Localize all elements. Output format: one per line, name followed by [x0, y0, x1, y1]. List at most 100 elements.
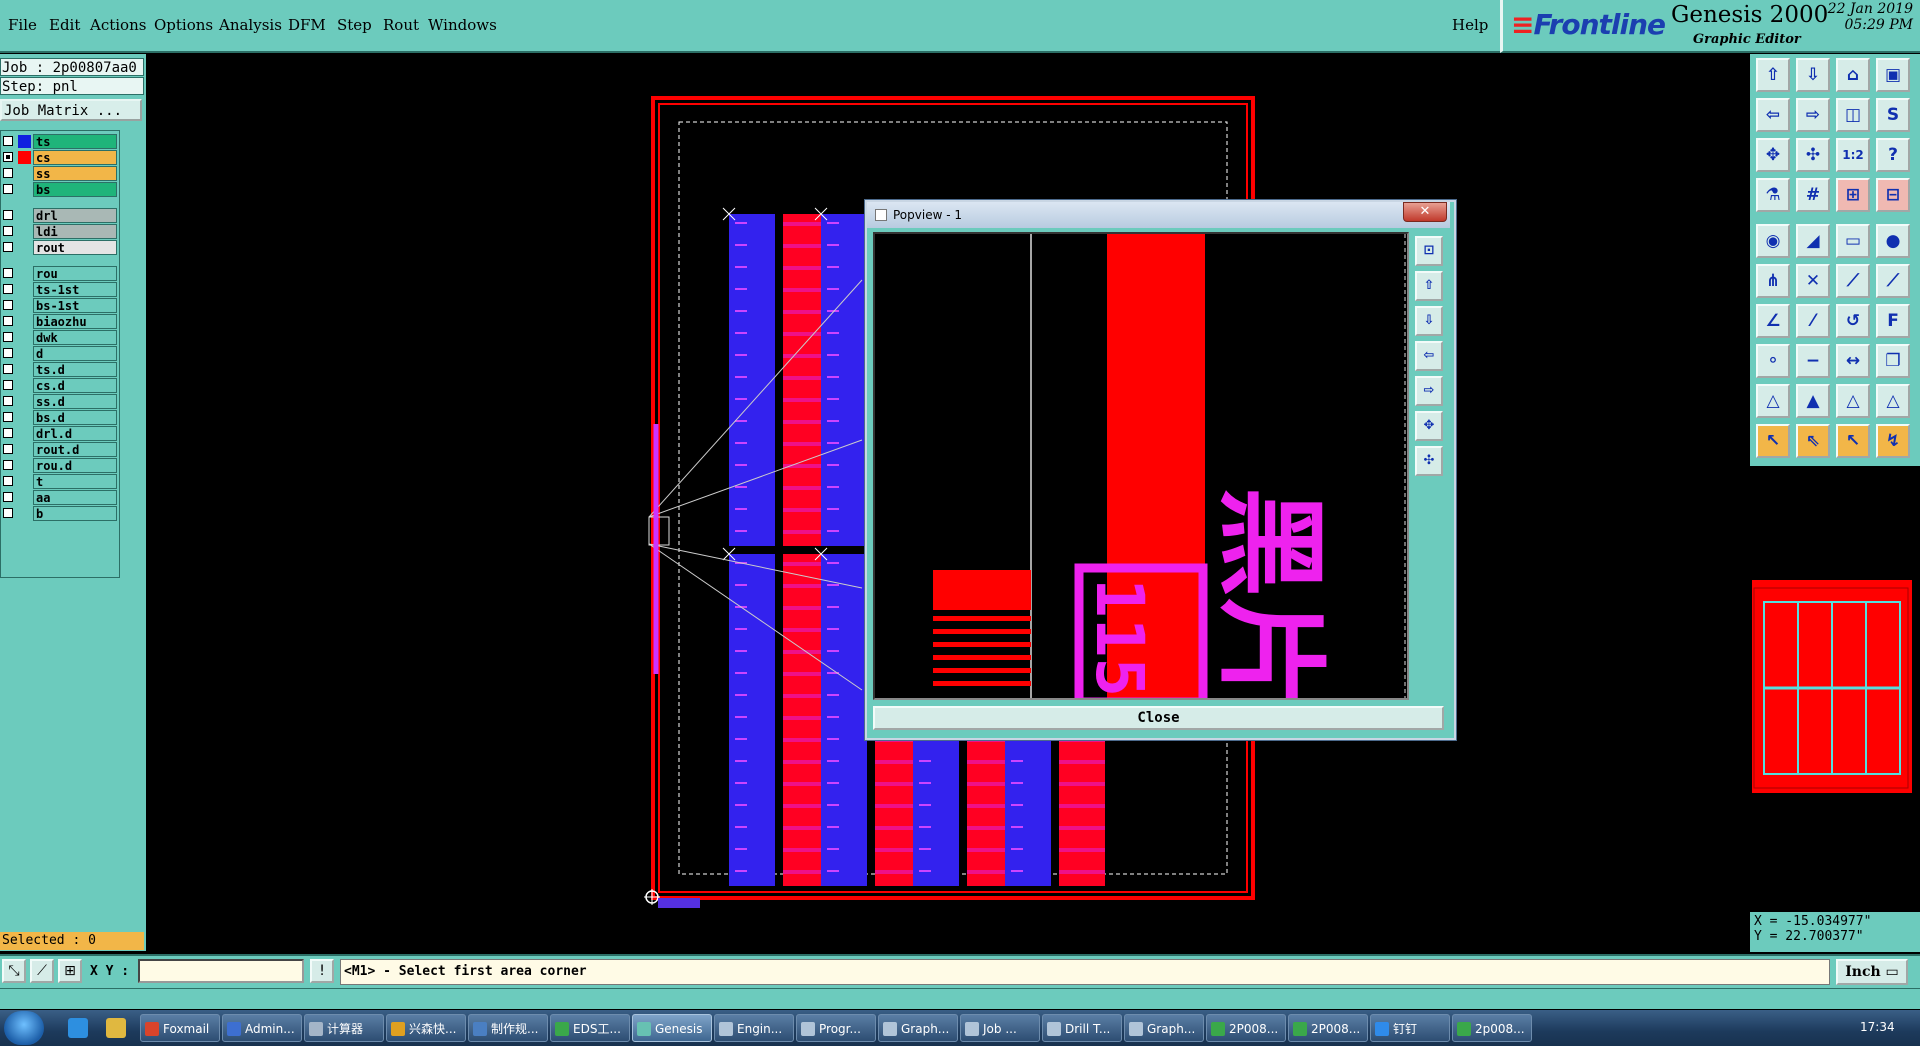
pointer-multi-icon[interactable]: ↯	[1876, 424, 1910, 458]
arrow-right-icon[interactable]: ⇨	[1796, 98, 1830, 132]
layer-name[interactable]: biaozhu	[33, 314, 117, 329]
minus-icon[interactable]: −	[1796, 344, 1830, 378]
net-icon[interactable]: ⊞	[1836, 178, 1870, 212]
net2-icon[interactable]: ⊟	[1876, 178, 1910, 212]
layer-checkbox[interactable]	[3, 428, 13, 438]
triangle4-icon[interactable]: △	[1876, 384, 1910, 418]
angle-icon[interactable]: ∠	[1756, 304, 1790, 338]
taskbar-item[interactable]: Job ...	[960, 1014, 1040, 1042]
layer-row[interactable]: bs.d	[1, 410, 119, 425]
close-icon[interactable]: ✕	[1403, 202, 1447, 222]
triangle3-icon[interactable]: △	[1836, 384, 1870, 418]
layer-checkbox[interactable]	[3, 332, 13, 342]
taskbar-item[interactable]: 计算器	[304, 1014, 384, 1042]
line-color-icon[interactable]: ◢	[1796, 224, 1830, 258]
layer-checkbox[interactable]	[3, 136, 13, 146]
layer-row[interactable]: aa	[1, 490, 119, 505]
grid-icon[interactable]: #	[1796, 178, 1830, 212]
line-dot-icon[interactable]: ⟋	[1836, 264, 1870, 298]
snap-icon[interactable]: ⤡	[2, 959, 26, 983]
home-icon[interactable]: ⌂	[1836, 58, 1870, 92]
layer-checkbox[interactable]	[3, 242, 13, 252]
menu-help[interactable]: Help	[1452, 16, 1488, 34]
layer-checkbox[interactable]	[3, 284, 13, 294]
menu-dfm[interactable]: DFM	[288, 16, 326, 34]
menu-rout[interactable]: Rout	[383, 16, 419, 34]
layer-row[interactable]: rout	[1, 240, 119, 255]
line-dot2-icon[interactable]: ⟋	[1876, 264, 1910, 298]
layer-row[interactable]: drl	[1, 208, 119, 223]
measure-icon[interactable]: ⟋	[30, 959, 54, 983]
pan-left-icon[interactable]: ⇦	[1415, 341, 1443, 371]
home-up-icon[interactable]: ⇧	[1756, 58, 1790, 92]
taskbar-item[interactable]: Admin...	[222, 1014, 302, 1042]
layer-row[interactable]: ts.d	[1, 362, 119, 377]
layer-name[interactable]: cs.d	[33, 378, 117, 393]
layer-checkbox[interactable]	[3, 184, 13, 194]
layer-checkbox[interactable]	[3, 300, 13, 310]
ruler-icon[interactable]: ▭	[1836, 224, 1870, 258]
taskbar-item[interactable]: 制作规...	[468, 1014, 548, 1042]
taskbar-item[interactable]: 钉钉	[1370, 1014, 1450, 1042]
menu-options[interactable]: Options	[154, 16, 213, 34]
layer-row[interactable]: ts	[1, 134, 119, 149]
layer-name[interactable]: aa	[33, 490, 117, 505]
cross-icon[interactable]: ✕	[1796, 264, 1830, 298]
unit-selector[interactable]: Inch ▭	[1836, 959, 1908, 985]
arrow-left-icon[interactable]: ⇦	[1756, 98, 1790, 132]
layer-row[interactable]: ldi	[1, 224, 119, 239]
popview-canvas[interactable]: 黑片 1157	[873, 232, 1409, 700]
layer-row[interactable]: cs.d	[1, 378, 119, 393]
layer-row[interactable]: dwk	[1, 330, 119, 345]
dimension-icon[interactable]: ↔	[1836, 344, 1870, 378]
layer-name[interactable]: rout.d	[33, 442, 117, 457]
layer-name[interactable]: b	[33, 506, 117, 521]
pan-right-icon[interactable]: ⇨	[1415, 376, 1443, 406]
pointer-icon[interactable]: ↖	[1756, 424, 1790, 458]
taskbar-item[interactable]: 2P008...	[1288, 1014, 1368, 1042]
layer-row[interactable]: ss	[1, 166, 119, 181]
zoom-out-icon[interactable]: ⇩	[1415, 306, 1443, 336]
layer-name[interactable]: drl	[33, 208, 117, 223]
layer-name[interactable]: ts-1st	[33, 282, 117, 297]
layer-row[interactable]: rou	[1, 266, 119, 281]
layer-name[interactable]: bs	[33, 182, 117, 197]
layer-name[interactable]: ss	[33, 166, 117, 181]
taskbar-item[interactable]: EDS工...	[550, 1014, 630, 1042]
xy-input[interactable]	[138, 959, 304, 983]
center-icon[interactable]: ✣	[1415, 446, 1443, 476]
layer-row[interactable]: bs	[1, 182, 119, 197]
layer-row[interactable]: bs-1st	[1, 298, 119, 313]
taskbar-item[interactable]: 2p008...	[1452, 1014, 1532, 1042]
layer-name[interactable]: rou	[33, 266, 117, 281]
layer-row[interactable]: ss.d	[1, 394, 119, 409]
layer-checkbox[interactable]	[3, 152, 13, 162]
layer-checkbox[interactable]	[3, 168, 13, 178]
layer-row[interactable]: b	[1, 506, 119, 521]
layer-name[interactable]: rou.d	[33, 458, 117, 473]
window-icon[interactable]: ▣	[1876, 58, 1910, 92]
layer-checkbox[interactable]	[3, 210, 13, 220]
taskbar-item[interactable]: Foxmail	[140, 1014, 220, 1042]
layer-row[interactable]: rou.d	[1, 458, 119, 473]
zoom-fit-icon[interactable]: ✥	[1756, 138, 1790, 172]
taskbar-item[interactable]: Graph...	[878, 1014, 958, 1042]
help-icon[interactable]: ?	[1876, 138, 1910, 172]
layer-row[interactable]: biaozhu	[1, 314, 119, 329]
taskbar-item[interactable]: Drill T...	[1042, 1014, 1122, 1042]
layer-checkbox[interactable]	[3, 380, 13, 390]
layer-name[interactable]: ldi	[33, 224, 117, 239]
layer-name[interactable]: drl.d	[33, 426, 117, 441]
layer-name[interactable]: bs.d	[33, 410, 117, 425]
node-icon[interactable]: ⚬	[1756, 344, 1790, 378]
menu-windows[interactable]: Windows	[428, 16, 497, 34]
triangle2-icon[interactable]: ▲	[1796, 384, 1830, 418]
taskbar-item[interactable]: 兴森快...	[386, 1014, 466, 1042]
taskbar-item[interactable]: Graph...	[1124, 1014, 1204, 1042]
triangle-icon[interactable]: △	[1756, 384, 1790, 418]
job-matrix-button[interactable]: Job Matrix ...	[0, 99, 142, 121]
connect-icon[interactable]: ⋔	[1756, 264, 1790, 298]
popview-titlebar[interactable]: Popview - 1 ✕	[867, 202, 1450, 228]
layer-checkbox[interactable]	[3, 412, 13, 422]
taskbar-item[interactable]: Engin...	[714, 1014, 794, 1042]
